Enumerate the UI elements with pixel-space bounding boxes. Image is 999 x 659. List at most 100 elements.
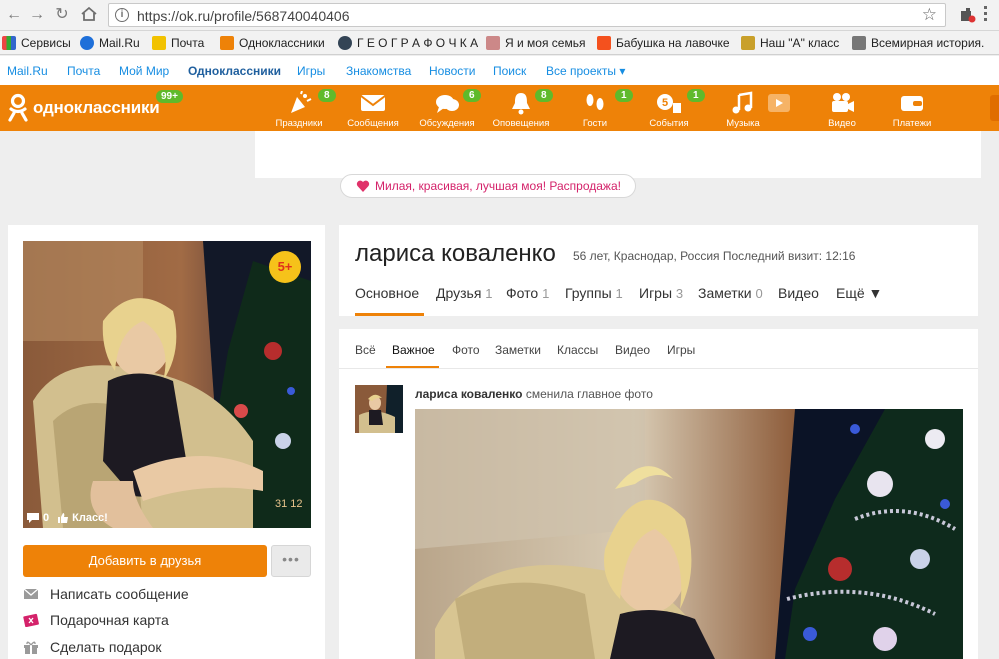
forward-arrow-icon[interactable]: → [27, 6, 47, 24]
toolbar-right-edge[interactable] [990, 95, 999, 121]
more-actions-button[interactable]: ••• [271, 545, 311, 577]
ad-banner[interactable] [255, 131, 981, 178]
bookmark-services[interactable]: Сервисы [2, 35, 71, 51]
project-news[interactable]: Новости [429, 64, 475, 78]
tool-messages[interactable]: Сообщения [343, 85, 403, 131]
back-arrow-icon[interactable]: ← [4, 6, 24, 24]
tab-games-count: 3 [675, 286, 684, 301]
project-pochta[interactable]: Почта [67, 64, 100, 78]
tool-notifications[interactable]: 8 Оповещения [491, 85, 553, 131]
tab-friends[interactable]: Друзья 1 [436, 285, 493, 301]
bookmark-babushka[interactable]: Бабушка на лавочке [597, 35, 730, 51]
tab-games[interactable]: Игры 3 [639, 285, 683, 301]
tab-video[interactable]: Видео [778, 285, 819, 301]
info-icon[interactable]: i [115, 8, 129, 22]
projects-bar: Mail.Ru Почта Мой Мир Одноклассники Игры… [0, 56, 999, 85]
action-write-message[interactable]: Написать сообщение [23, 584, 189, 604]
wallet-icon [901, 96, 923, 111]
tool-messages-label: Сообщения [347, 118, 399, 129]
gift-icon [24, 641, 38, 654]
profile-name: лариса коваленко [355, 240, 556, 267]
events-icon: 5 [657, 94, 681, 113]
browser-toolbar: ← → ↻ i https://ok.ru/profile/5687400404… [0, 0, 999, 31]
notifications-badge: 99+ [156, 90, 183, 103]
tab-photos-count: 1 [542, 286, 550, 301]
bookmark-family[interactable]: Я и моя семья [486, 35, 585, 51]
bookmark-geography[interactable]: Г Е О Г Р А Ф О Ч К А [338, 35, 478, 51]
tab-more[interactable]: Ещё ▼ [836, 285, 882, 301]
envelope-icon [23, 588, 39, 599]
project-dating[interactable]: Знакомства [346, 64, 411, 78]
tool-notifications-badge: 8 [535, 89, 553, 102]
action-make-gift[interactable]: Сделать подарок [23, 637, 162, 657]
reload-icon[interactable]: ↻ [52, 6, 72, 24]
tool-player[interactable] [760, 85, 796, 131]
tool-events[interactable]: 5 1 События [639, 85, 705, 131]
extension-icon[interactable] [960, 7, 976, 23]
address-bar[interactable]: i https://ok.ru/profile/568740040406 ☆ [108, 3, 946, 27]
tab-notes[interactable]: Заметки 0 [698, 285, 763, 301]
tool-holidays-badge: 8 [318, 89, 336, 102]
feed-tab-photos[interactable]: Фото [452, 343, 480, 357]
feed-tab-all[interactable]: Всё [355, 343, 376, 357]
tool-video[interactable]: Видео [812, 85, 872, 131]
ok-icon [220, 36, 234, 50]
like-label[interactable]: Класс! [72, 512, 108, 524]
profile-header [339, 225, 978, 316]
thumbs-up-icon[interactable] [57, 512, 69, 524]
bookmark-ok[interactable]: Одноклассники [220, 35, 325, 51]
ok-logo-text[interactable]: одноклассники [33, 98, 160, 118]
project-ok[interactable]: Одноклассники [188, 64, 281, 78]
browser-menu-icon[interactable] [984, 6, 988, 24]
gift-card-icon [23, 613, 39, 627]
tool-events-badge: 1 [687, 89, 705, 102]
profile-avatar-photo[interactable] [23, 241, 311, 528]
feed-tab-important[interactable]: Важное [392, 343, 435, 357]
bookmark-class[interactable]: Наш "А" класс [741, 35, 839, 51]
ok-logo-icon[interactable] [6, 93, 30, 123]
svg-text:5: 5 [662, 97, 668, 109]
tool-notifications-label: Оповещения [492, 118, 550, 129]
action-write-message-label: Написать сообщение [50, 586, 189, 602]
bookmark-mailru[interactable]: Mail.Ru [80, 35, 140, 51]
project-games[interactable]: Игры [297, 64, 325, 78]
add-friend-button[interactable]: Добавить в друзья [23, 545, 267, 577]
promo-pill[interactable]: Милая, красивая, лучшая моя! Распродажа! [340, 174, 636, 198]
tab-main[interactable]: Основное [355, 285, 419, 301]
tool-discussions[interactable]: 6 Обсуждения [417, 85, 481, 131]
tab-groups[interactable]: Группы 1 [565, 285, 623, 301]
tool-payments-label: Платежи [892, 118, 932, 129]
avatar-stats: 0 Класс! [23, 508, 311, 528]
bookmark-pochta[interactable]: Почта [152, 35, 204, 51]
active-tab-indicator [355, 313, 424, 316]
tool-guests-label: Гости [582, 118, 608, 129]
post-author-link[interactable]: лариса коваленко [415, 387, 522, 401]
post-action: сменила главное фото [525, 387, 653, 401]
tool-holidays[interactable]: 8 Праздники [269, 85, 336, 131]
feed-divider [339, 368, 978, 369]
project-search[interactable]: Поиск [493, 64, 526, 78]
bookmark-star-icon[interactable]: ☆ [922, 5, 937, 25]
tool-guests[interactable]: 1 Гости [565, 85, 633, 131]
feed-tab-games[interactable]: Игры [667, 343, 695, 357]
tab-photos[interactable]: Фото 1 [506, 285, 549, 301]
feed-tab-video[interactable]: Видео [615, 343, 650, 357]
post-photo[interactable] [415, 409, 963, 659]
action-gift-card[interactable]: Подарочная карта [23, 610, 169, 630]
project-moi-mir[interactable]: Мой Мир [119, 64, 169, 78]
tab-friends-count: 1 [485, 286, 493, 301]
class-icon [741, 36, 755, 50]
project-all[interactable]: Все проекты ▾ [546, 64, 625, 78]
tool-events-label: События [649, 118, 689, 129]
action-make-gift-label: Сделать подарок [50, 639, 162, 655]
tool-payments[interactable]: Платежи [882, 85, 942, 131]
feed-tab-classes[interactable]: Классы [557, 343, 598, 357]
project-mailru[interactable]: Mail.Ru [7, 64, 48, 78]
comment-icon[interactable] [26, 512, 40, 524]
post-header: лариса коваленко сменила главное фото [415, 387, 653, 401]
home-icon[interactable] [79, 6, 99, 24]
feed-tab-notes[interactable]: Заметки [495, 343, 541, 357]
bookmark-history[interactable]: Всемирная история. [852, 35, 984, 51]
party-icon [291, 91, 312, 113]
post-author-avatar[interactable] [355, 385, 403, 433]
